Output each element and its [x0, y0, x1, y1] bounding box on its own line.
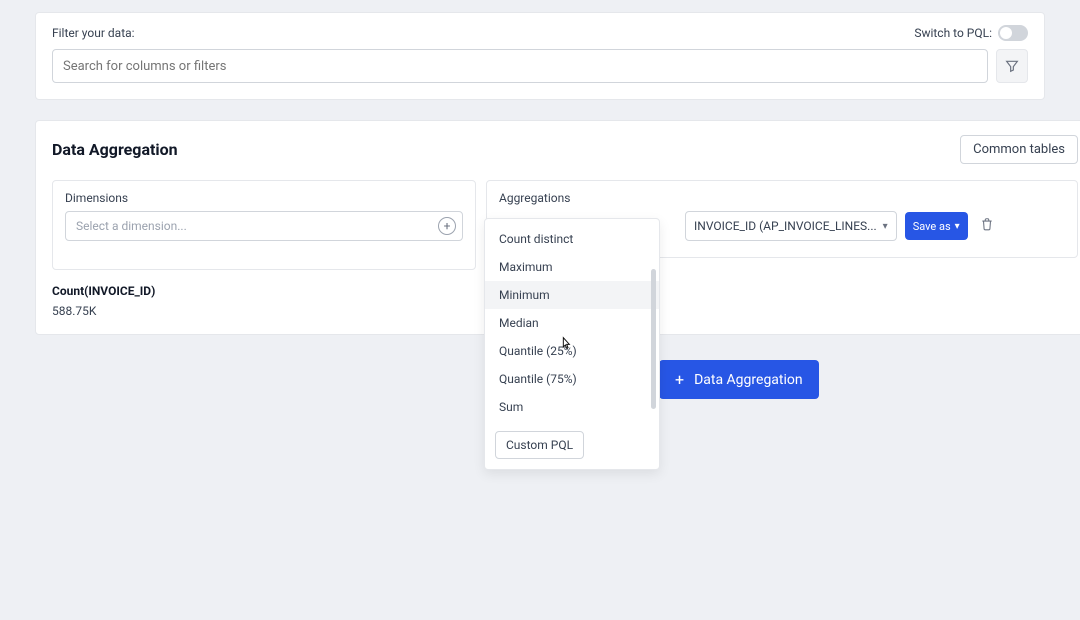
pql-switch-label: Switch to PQL: — [914, 26, 992, 40]
filter-bar: Filter your data: Switch to PQL: — [35, 12, 1045, 100]
delete-button[interactable] — [976, 213, 998, 239]
dropdown-item-sum[interactable]: Sum — [485, 393, 659, 421]
search-input[interactable] — [52, 49, 988, 83]
plus-icon: + — [675, 370, 684, 389]
dropdown-item-minimum[interactable]: Minimum — [485, 281, 659, 309]
plus-icon: + — [438, 217, 456, 235]
dropdown-item-median[interactable]: Median — [485, 309, 659, 337]
filter-icon-button[interactable] — [996, 49, 1028, 83]
common-tables-button[interactable]: Common tables — [960, 135, 1078, 164]
dropdown-item-quantile-25[interactable]: Quantile (25%) — [485, 337, 659, 365]
aggregations-label: Aggregations — [499, 191, 1065, 205]
custom-pql-button[interactable]: Custom PQL — [495, 431, 584, 459]
dimension-placeholder: Select a dimension... — [76, 219, 187, 233]
chevron-down-icon: ▾ — [883, 221, 888, 232]
data-aggregation-label: Data Aggregation — [694, 372, 803, 388]
dimensions-box: Dimensions Select a dimension... + — [52, 180, 476, 270]
filter-header: Filter your data: Switch to PQL: — [52, 25, 1028, 41]
dropdown-item-count-distinct[interactable]: Count distinct — [485, 225, 659, 253]
trash-icon — [980, 217, 994, 231]
field-select[interactable]: INVOICE_ID (AP_INVOICE_LINES... ▾ — [685, 211, 897, 241]
save-as-button[interactable]: Save as ▾ — [905, 212, 968, 240]
field-select-value: INVOICE_ID (AP_INVOICE_LINES... — [694, 219, 877, 233]
aggregation-title: Data Aggregation — [52, 140, 178, 159]
dropdown-item-quantile-75[interactable]: Quantile (75%) — [485, 365, 659, 393]
filter-label: Filter your data: — [52, 26, 135, 40]
aggregation-dropdown: Count distinct Maximum Minimum Median Qu… — [484, 218, 660, 470]
dimension-select[interactable]: Select a dimension... + — [65, 211, 463, 241]
dropdown-scrollbar[interactable] — [651, 269, 656, 409]
aggregation-header: Data Aggregation Common tables — [52, 135, 1078, 164]
filter-row — [52, 49, 1028, 83]
data-aggregation-button[interactable]: + Data Aggregation — [659, 360, 819, 399]
save-as-label: Save as — [913, 220, 951, 233]
dropdown-item-maximum[interactable]: Maximum — [485, 253, 659, 281]
funnel-icon — [1004, 58, 1020, 74]
pql-switch-container: Switch to PQL: — [914, 25, 1028, 41]
chevron-down-icon: ▾ — [955, 221, 960, 232]
dimensions-label: Dimensions — [65, 191, 463, 205]
pql-toggle[interactable] — [998, 25, 1028, 41]
